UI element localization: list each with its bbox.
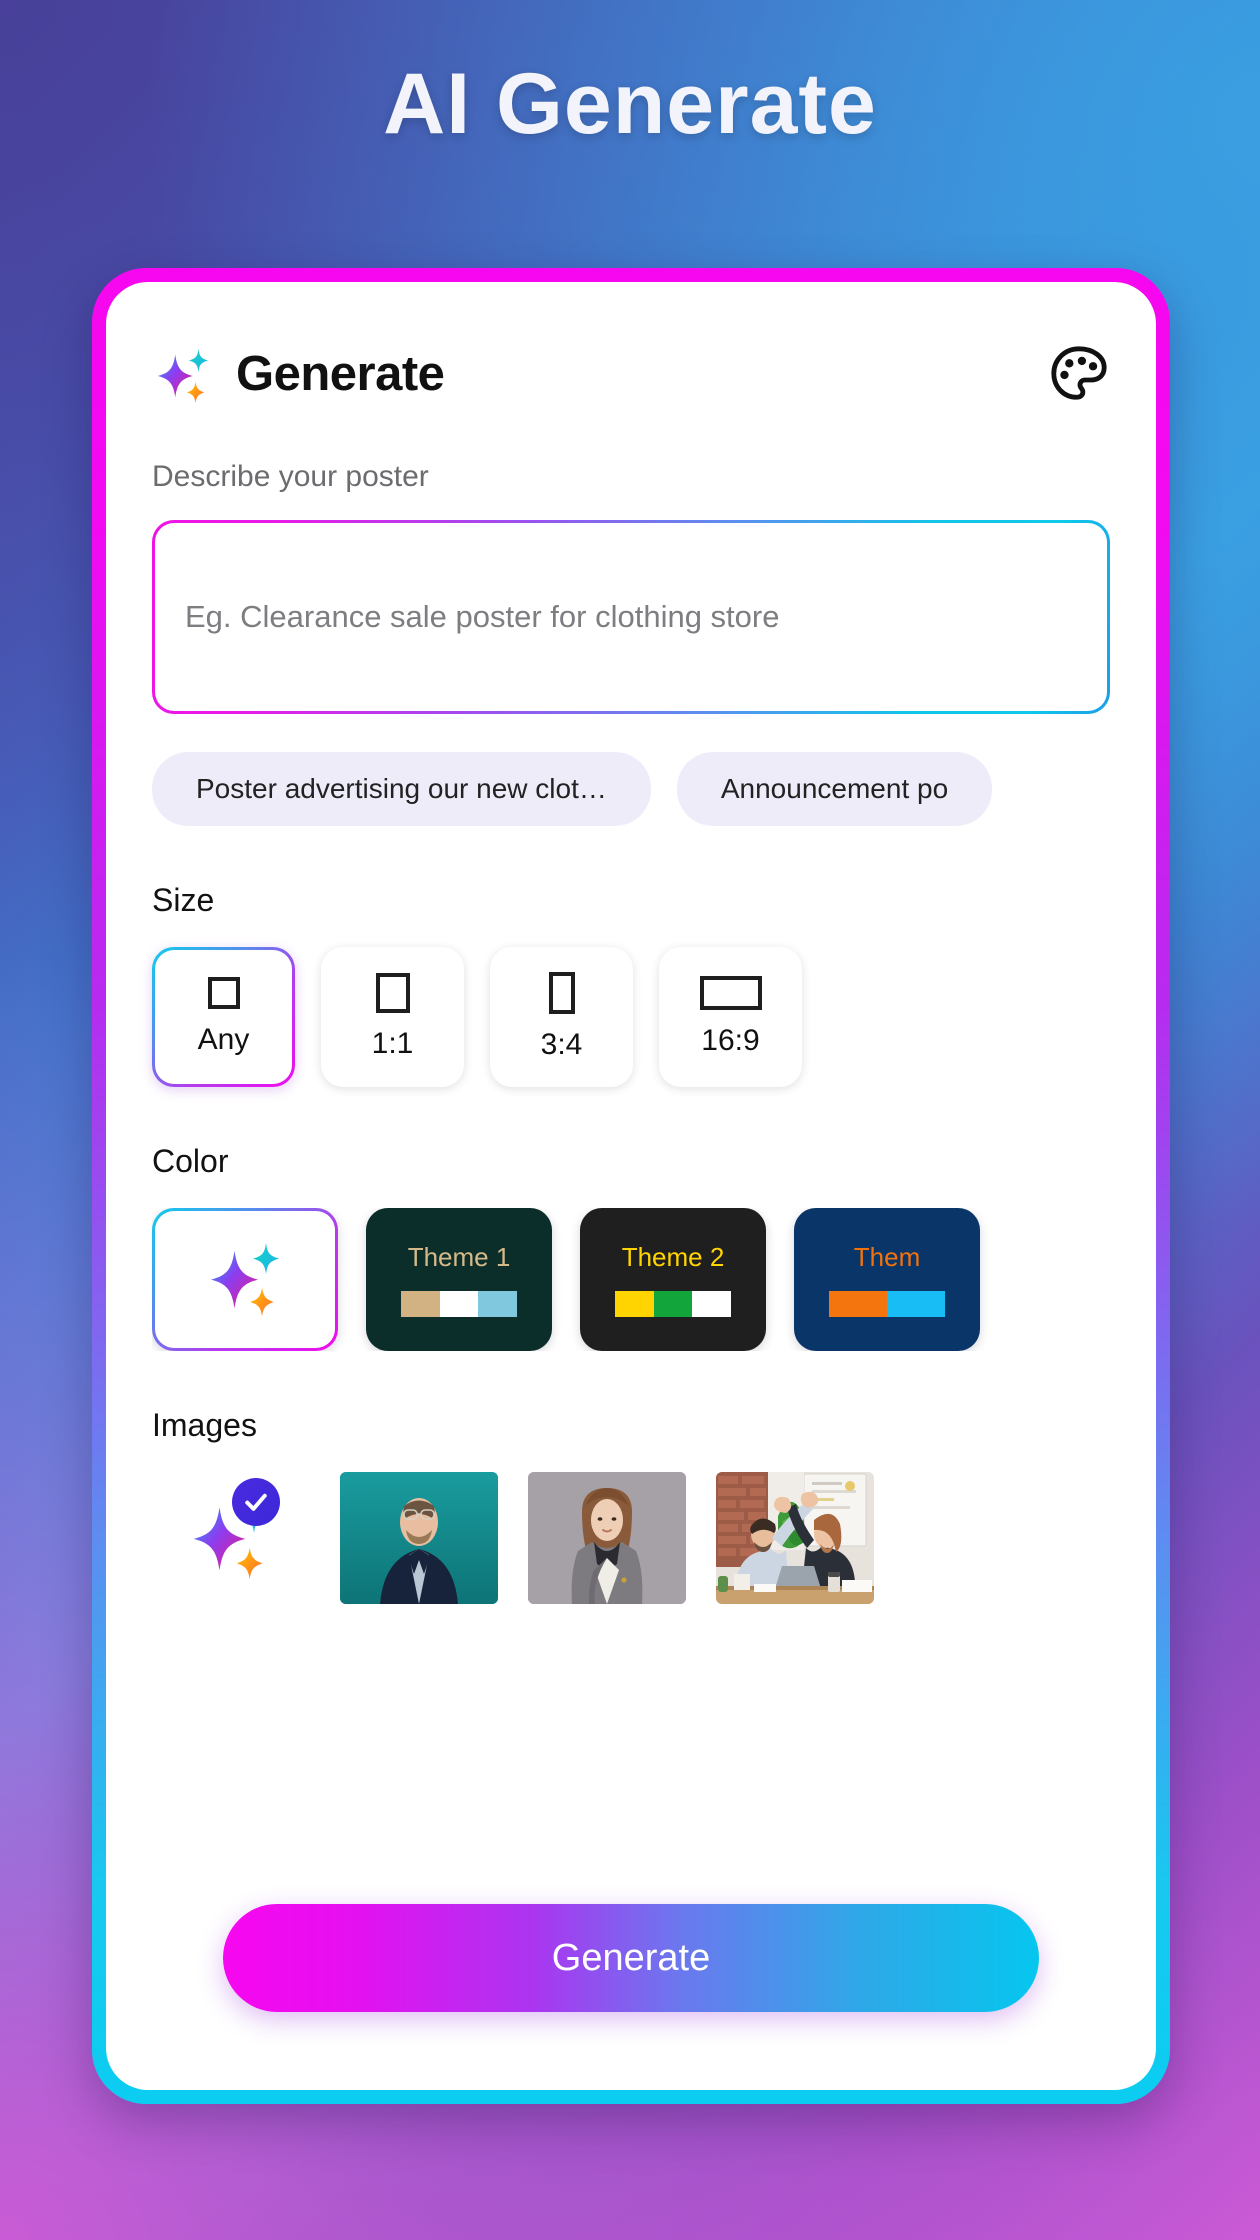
ai-sparkle-icon: [152, 343, 214, 405]
swatch: [615, 1291, 654, 1317]
generate-button[interactable]: Generate: [223, 1904, 1039, 2012]
card-body: Generate Describe your poster Eg. Cleara…: [106, 282, 1156, 2090]
card-title: Generate: [236, 347, 445, 401]
theme-label: Theme 1: [407, 1242, 511, 1272]
prompt-input[interactable]: Eg. Clearance sale poster for clothing s…: [155, 523, 1107, 711]
color-option-ai[interactable]: [152, 1208, 338, 1351]
image-option-photo-2[interactable]: [528, 1472, 686, 1604]
theme-label: Them: [853, 1242, 921, 1272]
prompt-placeholder: Eg. Clearance sale poster for clothing s…: [185, 599, 780, 634]
prompt-label: Describe your poster: [152, 460, 429, 493]
portrait-icon: [548, 972, 575, 1014]
size-section-title: Size: [152, 882, 215, 918]
image-option-photo-3[interactable]: [716, 1472, 874, 1604]
size-option-label: 3:4: [540, 1028, 583, 1061]
theme-swatches: [615, 1291, 732, 1317]
size-option-16-9[interactable]: 16:9: [659, 947, 802, 1087]
size-option-label: 1:1: [371, 1027, 414, 1060]
landscape-icon: [699, 976, 762, 1010]
size-option-label: 16:9: [701, 1024, 760, 1057]
ai-sparkle-icon: [203, 1235, 287, 1324]
swatch: [692, 1291, 732, 1317]
image-option-photo-1[interactable]: [340, 1472, 498, 1604]
image-options: [152, 1472, 1110, 1604]
suggestion-chip[interactable]: Announcement po: [676, 752, 993, 826]
square-icon: [375, 973, 410, 1013]
color-section-title: Color: [152, 1143, 229, 1179]
size-option-label: Any: [197, 1023, 250, 1056]
suggestion-chip[interactable]: Poster advertising our new clot…: [152, 752, 651, 826]
theme-swatches: [829, 1291, 945, 1317]
image-option-ai[interactable]: [152, 1472, 310, 1604]
swatch: [887, 1291, 945, 1317]
swatch: [653, 1291, 693, 1317]
color-options: Theme 1 Theme 2 Them: [152, 1208, 1110, 1351]
color-option-theme-3[interactable]: Them: [794, 1208, 980, 1351]
swatch: [829, 1291, 887, 1317]
suggestion-chips: Poster advertising our new clot… Announc…: [152, 752, 1110, 826]
swatch: [401, 1291, 440, 1317]
size-option-any[interactable]: Any: [152, 947, 295, 1087]
images-section-title: Images: [152, 1407, 257, 1443]
swatch: [478, 1291, 518, 1317]
prompt-input-border: Eg. Clearance sale poster for clothing s…: [152, 520, 1110, 714]
size-option-1-1[interactable]: 1:1: [321, 947, 464, 1087]
square-small-icon: [207, 977, 240, 1009]
page-title: AI Generate: [383, 56, 877, 152]
size-option-3-4[interactable]: 3:4: [490, 947, 633, 1087]
generate-card: Generate Describe your poster Eg. Cleara…: [92, 268, 1170, 2104]
swatch: [439, 1291, 479, 1317]
size-options: Any 1:1 3:4 16:9: [152, 947, 1110, 1087]
color-option-theme-1[interactable]: Theme 1: [366, 1208, 552, 1351]
palette-icon[interactable]: [1048, 343, 1110, 405]
theme-swatches: [401, 1291, 518, 1317]
color-option-theme-2[interactable]: Theme 2: [580, 1208, 766, 1351]
check-badge-icon: [232, 1478, 280, 1526]
card-header: Generate: [152, 328, 1110, 420]
theme-label: Theme 2: [621, 1242, 725, 1272]
